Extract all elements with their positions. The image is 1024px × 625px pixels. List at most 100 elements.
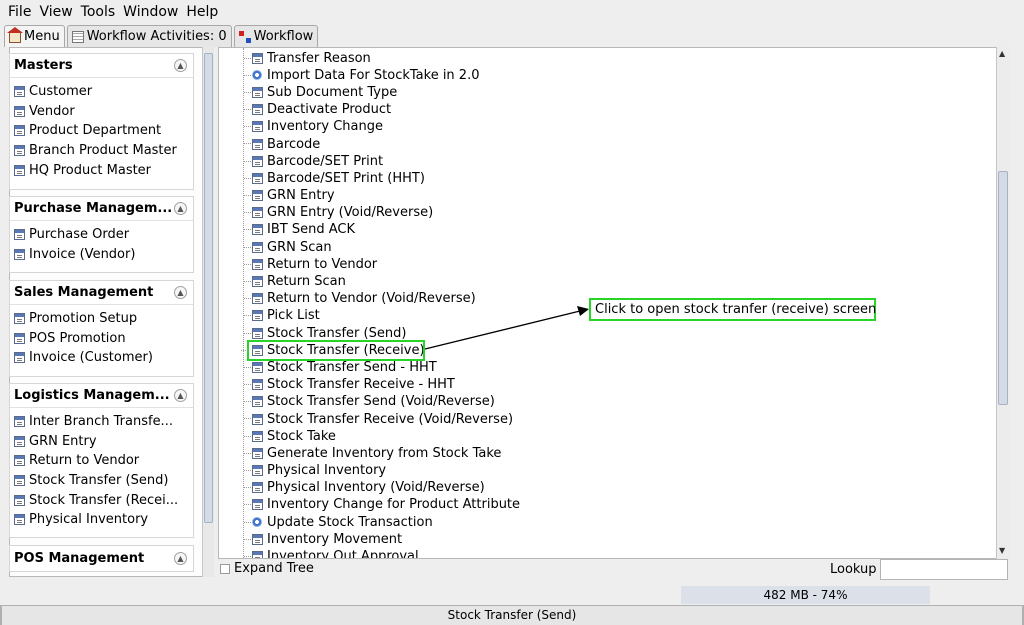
tree-item[interactable]: Stock Transfer Receive - HHT bbox=[243, 376, 520, 393]
collapse-icon[interactable]: ▲ bbox=[174, 202, 187, 215]
tab-workflow[interactable]: Workflow bbox=[233, 25, 319, 47]
checkbox-icon[interactable] bbox=[220, 563, 230, 574]
tree-item[interactable]: Stock Take bbox=[243, 428, 520, 445]
tree-item-label: Generate Inventory from Stock Take bbox=[267, 445, 502, 461]
tree-item[interactable]: Import Data For StockTake in 2.0 bbox=[243, 67, 520, 84]
sidebar-item-return-to-vendor[interactable]: Return to Vendor bbox=[14, 451, 193, 471]
tree-item[interactable]: Stock Transfer Receive (Void/Reverse) bbox=[243, 410, 520, 427]
tree-item[interactable]: Barcode/SET Print bbox=[243, 153, 520, 170]
section-header[interactable]: Purchase Managem... ▲ bbox=[10, 197, 193, 221]
document-icon bbox=[252, 172, 263, 184]
tree-item-label: Physical Inventory (Void/Reverse) bbox=[267, 480, 485, 496]
tree-item[interactable]: Pick List bbox=[243, 307, 520, 324]
section-header[interactable]: Masters ▲ bbox=[10, 54, 193, 78]
collapse-icon[interactable]: ▲ bbox=[174, 59, 187, 72]
sidebar-item-physical-inventory[interactable]: Physical Inventory bbox=[14, 510, 193, 530]
tree-item[interactable]: Inventory Out Approval bbox=[243, 548, 520, 559]
section-title: Purchase Managem... bbox=[14, 201, 173, 216]
sidebar-item-label: Vendor bbox=[29, 103, 75, 119]
tree-item[interactable]: Return to Vendor bbox=[243, 256, 520, 273]
document-icon bbox=[252, 327, 263, 339]
expand-tree-checkbox[interactable]: Expand Tree bbox=[220, 561, 314, 576]
collapse-icon[interactable]: ▲ bbox=[174, 389, 187, 402]
tree-item[interactable]: Inventory Movement bbox=[243, 531, 520, 548]
tree-item[interactable]: Update Stock Transaction bbox=[243, 514, 520, 531]
tree-item-label: Physical Inventory bbox=[267, 463, 387, 479]
sidebar-item-stock-transfer-send[interactable]: Stock Transfer (Send) bbox=[14, 471, 193, 491]
tab-workflow-activities[interactable]: Workflow Activities: 0 bbox=[66, 25, 232, 47]
scroll-down-icon[interactable]: ▼ bbox=[999, 546, 1005, 555]
document-icon bbox=[252, 361, 263, 373]
tree-item-label: GRN Entry bbox=[267, 188, 335, 204]
tree-item[interactable]: Stock Transfer (Send) bbox=[243, 325, 520, 342]
collapse-icon[interactable]: ▲ bbox=[174, 286, 187, 299]
document-icon bbox=[14, 86, 25, 98]
tree-item[interactable]: Barcode/SET Print (HHT) bbox=[243, 170, 520, 187]
menu-tree: Transfer Reason Import Data For StockTake… bbox=[241, 50, 520, 559]
sidebar-item-invoice-customer[interactable]: Invoice (Customer) bbox=[14, 348, 193, 368]
sidebar-item-label: Customer bbox=[29, 84, 93, 100]
scrollbar-thumb[interactable] bbox=[204, 53, 213, 523]
section-pos-management: POS Management ▲ bbox=[9, 545, 194, 572]
sidebar-item-customer[interactable]: Customer bbox=[14, 82, 193, 102]
tree-item[interactable]: Generate Inventory from Stock Take bbox=[243, 445, 520, 462]
tree-item[interactable]: Stock Transfer Send - HHT bbox=[243, 359, 520, 376]
sidebar-item-vendor[interactable]: Vendor bbox=[14, 102, 193, 122]
tab-menu-label: Menu bbox=[24, 29, 60, 44]
tree-item[interactable]: Sub Document Type bbox=[243, 84, 520, 101]
document-icon bbox=[14, 164, 25, 176]
menu-help[interactable]: Help bbox=[186, 4, 218, 20]
tree-item[interactable]: Inventory Change bbox=[243, 118, 520, 135]
tree-item[interactable]: GRN Entry bbox=[243, 187, 520, 204]
sidebar-scrollbar[interactable] bbox=[202, 47, 214, 577]
menu-tools[interactable]: Tools bbox=[81, 4, 116, 20]
tree-item-label: Update Stock Transaction bbox=[267, 514, 433, 530]
status-bar: Stock Transfer (Send) bbox=[0, 605, 1024, 625]
section-header[interactable]: POS Management ▲ bbox=[10, 546, 193, 570]
tab-strip: Menu Workflow Activities: 0 Workflow bbox=[4, 25, 320, 47]
sidebar-item-hq-product-master[interactable]: HQ Product Master bbox=[14, 160, 193, 180]
tree-item-label: Stock Transfer Send - HHT bbox=[267, 359, 437, 375]
tab-menu[interactable]: Menu bbox=[4, 25, 65, 47]
collapse-icon[interactable]: ▲ bbox=[174, 551, 187, 565]
tree-item[interactable]: Deactivate Product bbox=[243, 101, 520, 118]
tree-item[interactable]: Stock Transfer Send (Void/Reverse) bbox=[243, 393, 520, 410]
sidebar-item-promotion-setup[interactable]: Promotion Setup bbox=[14, 309, 193, 329]
menu-file[interactable]: File bbox=[8, 4, 31, 20]
document-icon bbox=[14, 475, 25, 487]
section-header[interactable]: Sales Management ▲ bbox=[10, 281, 193, 305]
tree-item-label: Inventory Out Approval bbox=[267, 549, 419, 559]
sidebar-item-branch-product-master[interactable]: Branch Product Master bbox=[14, 141, 193, 161]
tree-item-label: Deactivate Product bbox=[267, 102, 392, 118]
sidebar-item-product-department[interactable]: Product Department bbox=[14, 121, 193, 141]
sidebar-item-stock-transfer-receive[interactable]: Stock Transfer (Recei... bbox=[14, 490, 193, 510]
tree-item[interactable]: Physical Inventory bbox=[243, 462, 520, 479]
document-icon bbox=[252, 52, 263, 64]
tree-item[interactable]: Barcode bbox=[243, 135, 520, 152]
tree-item[interactable]: Inventory Change for Product Attribute bbox=[243, 496, 520, 513]
tree-item[interactable]: Stock Transfer (Receive) bbox=[241, 339, 425, 361]
section-title: Sales Management bbox=[14, 285, 154, 300]
sidebar-item-pos-promotion[interactable]: POS Promotion bbox=[14, 329, 193, 349]
tree-item[interactable]: Physical Inventory (Void/Reverse) bbox=[243, 479, 520, 496]
tree-item[interactable]: Return to Vendor (Void/Reverse) bbox=[243, 290, 520, 307]
sidebar-item-invoice-vendor[interactable]: Invoice (Vendor) bbox=[14, 245, 193, 265]
tree-item[interactable]: IBT Send ACK bbox=[243, 221, 520, 238]
sidebar-item-grn-entry[interactable]: GRN Entry bbox=[14, 432, 193, 452]
scrollbar-thumb[interactable] bbox=[998, 171, 1008, 405]
sidebar-item-inter-branch-transfer[interactable]: Inter Branch Transfe... bbox=[14, 412, 193, 432]
menu-view[interactable]: View bbox=[39, 4, 72, 20]
tree-item[interactable]: GRN Entry (Void/Reverse) bbox=[243, 204, 520, 221]
tree-scrollbar[interactable]: ▲ ▼ bbox=[996, 47, 1010, 559]
tree-item[interactable]: Transfer Reason bbox=[243, 50, 520, 67]
sidebar-item-label: GRN Entry bbox=[29, 433, 97, 449]
lookup-input[interactable] bbox=[880, 559, 1008, 580]
menu-window[interactable]: Window bbox=[123, 4, 178, 20]
gear-icon bbox=[252, 70, 262, 81]
tree-item[interactable]: Return Scan bbox=[243, 273, 520, 290]
tree-item[interactable]: GRN Scan bbox=[243, 239, 520, 256]
lookup-label: Lookup bbox=[830, 562, 877, 577]
sidebar-item-purchase-order[interactable]: Purchase Order bbox=[14, 225, 193, 245]
scroll-up-icon[interactable]: ▲ bbox=[999, 49, 1005, 58]
section-header[interactable]: Logistics Managem... ▲ bbox=[10, 384, 193, 408]
